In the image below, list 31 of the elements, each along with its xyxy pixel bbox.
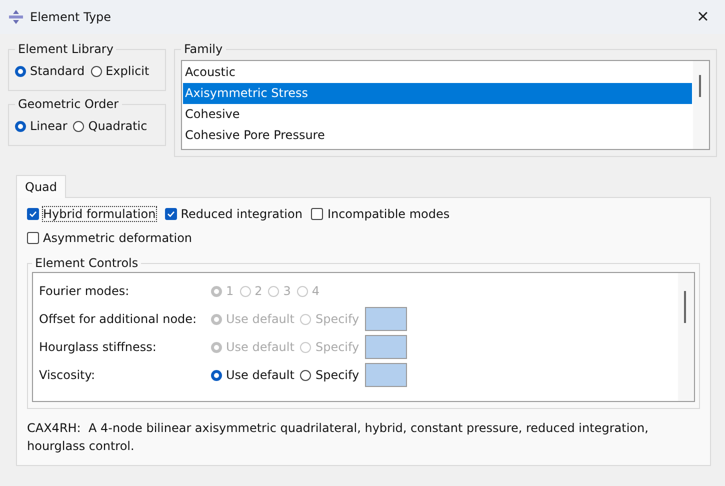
radio-option[interactable]: Specify — [300, 368, 360, 382]
control-label: Fourier modes: — [39, 284, 130, 298]
app-logo-icon — [8, 9, 24, 25]
scrollbar-thumb[interactable] — [684, 291, 686, 323]
element-description: CAX4RH: A 4-node bilinear axisymmetric quadrilateral, hybrid, constant pressure, reduced integration, hourglass control. — [27, 420, 650, 455]
value-input-field[interactable] — [365, 363, 408, 387]
control-label: Offset for additional node: — [39, 312, 198, 326]
list-item[interactable]: Axisymmetric Stress — [183, 83, 692, 104]
check-icon — [166, 209, 176, 219]
list-item[interactable]: Cohesive Pore Pressure — [183, 125, 692, 146]
group-title: Element Library — [17, 42, 114, 56]
group-title: Family — [183, 42, 224, 56]
group-title: Geometric Order — [17, 97, 120, 111]
list-item[interactable]: Acoustic — [183, 62, 692, 83]
radio-option[interactable]: Use default — [211, 368, 294, 382]
radio-option[interactable]: Quadratic — [73, 119, 148, 133]
control-label: Hourglass stiffness: — [39, 340, 158, 354]
control-label: Viscosity: — [39, 368, 96, 382]
radio-option[interactable]: Standard — [15, 64, 85, 78]
checkbox-option[interactable]: Asymmetric deformation — [27, 230, 700, 246]
list-item[interactable]: Cohesive — [183, 104, 692, 125]
checkbox-option[interactable]: Incompatible modes — [311, 206, 451, 222]
scrollbar-thumb[interactable] — [699, 75, 701, 97]
window-title: Element Type — [30, 10, 112, 24]
radio-option[interactable]: Explicit — [90, 64, 150, 78]
tab[interactable]: Quad — [16, 175, 66, 198]
radio-option[interactable]: Linear — [15, 119, 68, 133]
close-button[interactable]: × — [689, 3, 717, 31]
check-icon — [28, 209, 38, 219]
checkbox-option[interactable]: Reduced integration — [164, 206, 304, 222]
group-title: Element Controls — [34, 256, 140, 270]
